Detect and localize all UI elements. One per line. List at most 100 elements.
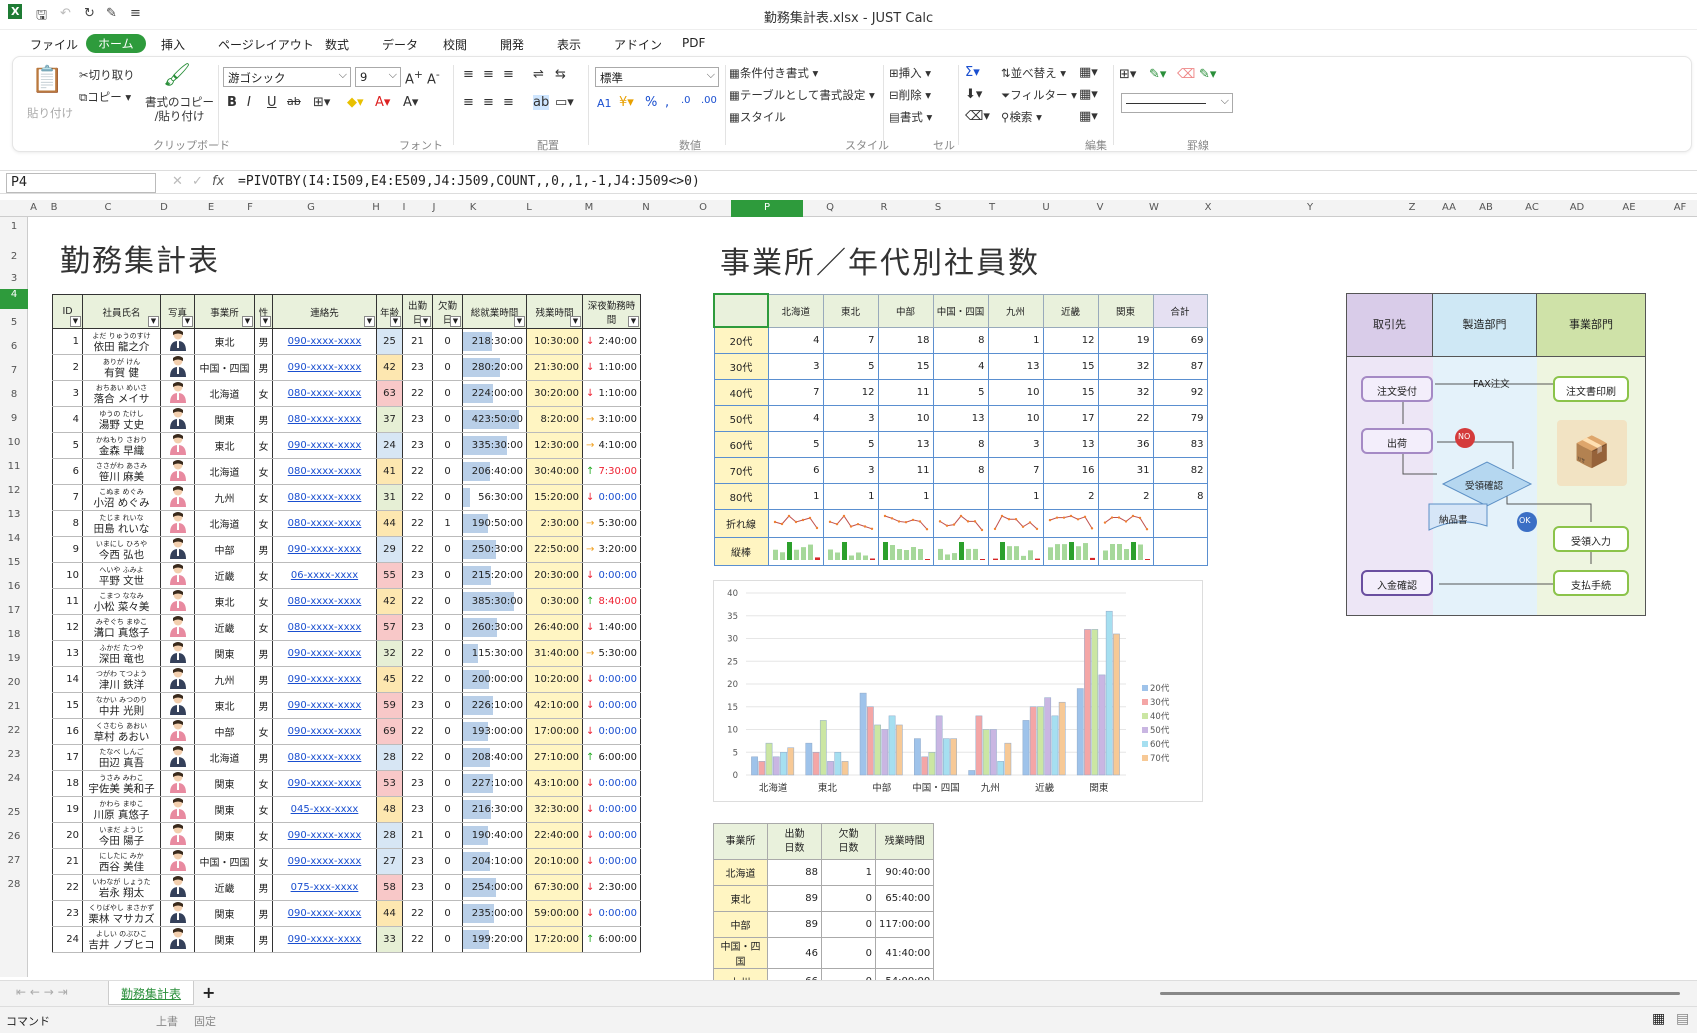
pivot-cell[interactable]: 87 — [1152, 352, 1208, 380]
office-cell[interactable]: 近畿 — [194, 562, 255, 589]
percent-icon[interactable]: % — [645, 95, 657, 110]
sparkline-row[interactable]: 縦棒 — [713, 536, 1208, 566]
pivot-row-label[interactable]: 70代 — [713, 456, 769, 484]
bar-70代-中部[interactable] — [895, 724, 903, 776]
sparkline-cell[interactable] — [1097, 508, 1154, 538]
age-cell[interactable]: 25 — [376, 328, 403, 355]
pivot-cell[interactable]: 4 — [767, 326, 824, 354]
align-right-icon[interactable]: ≡ — [503, 95, 514, 110]
total-hours-cell[interactable]: 204:10:00 — [462, 848, 527, 875]
table-row[interactable]: 7 こぬま めぐみ 小沼 めぐみ 九州女 080-xxxx-xxxx 31 22 0 56:30… — [52, 484, 641, 511]
table-row[interactable]: 14 つがわ てつよう 津川 鉄洋 九州男 090-xxxx-xxxx 45 22 0 200:… — [52, 666, 641, 693]
midnight-cell[interactable]: ↓ 0:00:00 — [582, 484, 641, 511]
midnight-cell[interactable]: ↑ 6:00:00 — [582, 744, 641, 771]
name-cell[interactable]: いまだ ようじ 今田 陽子 — [82, 822, 161, 849]
menu-view[interactable]: 表示 — [557, 36, 581, 53]
column-header-W[interactable]: W — [1127, 202, 1181, 213]
bar-30代-東北[interactable] — [812, 752, 820, 776]
table-row[interactable]: 24 よしい のぶひこ 吉井 ノブヒコ 関東男 090-xxxx-xxxx 33 22 0 19… — [52, 926, 641, 953]
row-header-9[interactable]: 9 — [0, 413, 28, 427]
align-middle-icon[interactable]: ≡ — [483, 67, 494, 82]
column-header-AD[interactable]: AD — [1551, 202, 1603, 213]
tel-link[interactable]: 090-xxxx-xxxx — [272, 718, 377, 745]
column-header-J[interactable]: J — [419, 202, 449, 213]
pivot-cell[interactable]: 15 — [1042, 352, 1099, 380]
style-button[interactable]: ▦スタイル — [729, 109, 786, 125]
midnight-cell[interactable]: → 3:10:00 — [582, 406, 641, 433]
total-hours-cell[interactable]: 216:30:00 — [462, 796, 527, 823]
filter-dropdown-icon[interactable]: ▼ — [450, 316, 461, 327]
name-cell[interactable]: くさむら あおい 草村 あおい — [82, 718, 161, 745]
font-size-select[interactable]: 9 — [355, 67, 401, 87]
column-header-F[interactable]: F — [241, 202, 259, 213]
table-row[interactable]: 8 たじま れいな 田島 れいな 北海道女 080-xxxx-xxxx 44 22 1 190:… — [52, 510, 641, 537]
row-header-21[interactable]: 21 — [0, 701, 28, 715]
header-cell[interactable]: 深夜勤務時間 ▼ — [582, 294, 641, 329]
absent-days-cell[interactable]: 0 — [432, 822, 463, 849]
name-cell[interactable]: ふかだ たつや 深田 竜也 — [82, 640, 161, 667]
bar-50代-近畿[interactable] — [1044, 697, 1052, 776]
id-cell[interactable]: 14 — [52, 666, 83, 693]
bar-40代-中国・四国[interactable] — [928, 752, 936, 776]
font-shrink-icon[interactable]: A- — [427, 68, 440, 87]
overtime-cell[interactable]: 8:20:00 — [526, 406, 583, 433]
format-painter-icon[interactable]: 🖌 — [163, 63, 191, 88]
row-header-8[interactable]: 8 — [0, 389, 28, 403]
name-cell[interactable]: いまにし ひろや 今西 弘也 — [82, 536, 161, 563]
name-cell[interactable]: ささがわ あさみ 笹川 麻美 — [82, 458, 161, 485]
column-header-K[interactable]: K — [449, 202, 497, 213]
pivot-cell[interactable]: 7 — [987, 456, 1044, 484]
bar-30代-近畿[interactable] — [1029, 706, 1037, 776]
absent-days-cell[interactable]: 1 — [432, 510, 463, 537]
midnight-cell[interactable]: ↓ 0:00:00 — [582, 822, 641, 849]
name-cell[interactable]: こぬま めぐみ 小沼 めぐみ — [82, 484, 161, 511]
bar-30代-中部[interactable] — [866, 706, 874, 776]
table-row[interactable]: 18 うさみ みわこ 宇佐美 美和子 関東女 090-xxxx-xxxx 53 23 0 227… — [52, 770, 641, 797]
sum-icon[interactable]: Σ▾ — [965, 65, 980, 80]
name-cell[interactable]: よしい のぶひこ 吉井 ノブヒコ — [82, 926, 161, 953]
table-row[interactable]: 22 いわなが しょうた 岩永 翔太 近畿男 075-xxx-xxxx 58 23 0 254:… — [52, 874, 641, 901]
table-row[interactable]: 23 くりばやし まさかず 栗林 マサカズ 関東男 090-xxxx-xxxx 44 22 0… — [52, 900, 641, 927]
table-row[interactable]: 16 くさむら あおい 草村 あおい 中部女 090-xxxx-xxxx 69 22 0 193… — [52, 718, 641, 745]
office-cell[interactable]: 中国・四国 — [194, 848, 255, 875]
absent-days-cell[interactable]: 0 — [432, 354, 463, 381]
align-bottom-icon[interactable]: ≡ — [503, 67, 514, 82]
pivot-col-header[interactable]: 中部 — [877, 293, 934, 328]
row-header-12[interactable]: 12 — [0, 485, 28, 499]
pivot-cell[interactable]: 5 — [932, 378, 989, 406]
total-hours-cell[interactable]: 226:10:00 — [462, 692, 527, 719]
age-cell[interactable]: 57 — [376, 614, 403, 641]
bar-50代-北海道[interactable] — [772, 756, 780, 776]
bar-60代-中部[interactable] — [888, 715, 896, 776]
column-header-Y[interactable]: Y — [1235, 202, 1385, 213]
pivot-cell[interactable]: 69 — [1152, 326, 1208, 354]
column-header-I[interactable]: I — [389, 202, 419, 213]
name-cell[interactable]: よだ りゅうのすけ 依田 龍之介 — [82, 328, 161, 355]
tel-link[interactable]: 090-xxxx-xxxx — [272, 848, 377, 875]
table-row[interactable]: 3 おちあい めいさ 落合 メイサ 北海道女 080-xxxx-xxxx 63 22 0 224… — [52, 380, 641, 407]
filter-dropdown-icon[interactable]: ▼ — [390, 316, 401, 327]
total-hours-cell[interactable]: 385:30:00 — [462, 588, 527, 615]
office-work-cell[interactable]: 89 — [767, 911, 822, 938]
row-header-25[interactable]: 25 — [0, 807, 28, 821]
row-header-27[interactable]: 27 — [0, 855, 28, 869]
midnight-cell[interactable]: ↓ 0:00:00 — [582, 796, 641, 823]
id-cell[interactable]: 9 — [52, 536, 83, 563]
overtime-cell[interactable]: 20:10:00 — [526, 848, 583, 875]
work-days-cell[interactable]: 21 — [402, 822, 433, 849]
pivot-row-label[interactable]: 80代 — [713, 482, 769, 510]
cut-button[interactable]: ✂切り取り — [79, 67, 135, 83]
total-hours-cell[interactable]: 190:50:00 — [462, 510, 527, 537]
work-days-cell[interactable]: 22 — [402, 588, 433, 615]
work-days-cell[interactable]: 22 — [402, 926, 433, 953]
absent-days-cell[interactable]: 0 — [432, 484, 463, 511]
office-row[interactable]: 東北 89 0 65:40:00 — [713, 885, 935, 912]
overtime-cell[interactable]: 30:20:00 — [526, 380, 583, 407]
row-header-17[interactable]: 17 — [0, 605, 28, 619]
midnight-cell[interactable]: → 4:10:00 — [582, 432, 641, 459]
office-cell[interactable]: 九州 — [194, 666, 255, 693]
bar-40代-関東[interactable] — [1091, 629, 1099, 776]
overtime-cell[interactable]: 42:10:00 — [526, 692, 583, 719]
office-cell[interactable]: 北海道 — [194, 458, 255, 485]
bar-40代-九州[interactable] — [982, 729, 990, 776]
